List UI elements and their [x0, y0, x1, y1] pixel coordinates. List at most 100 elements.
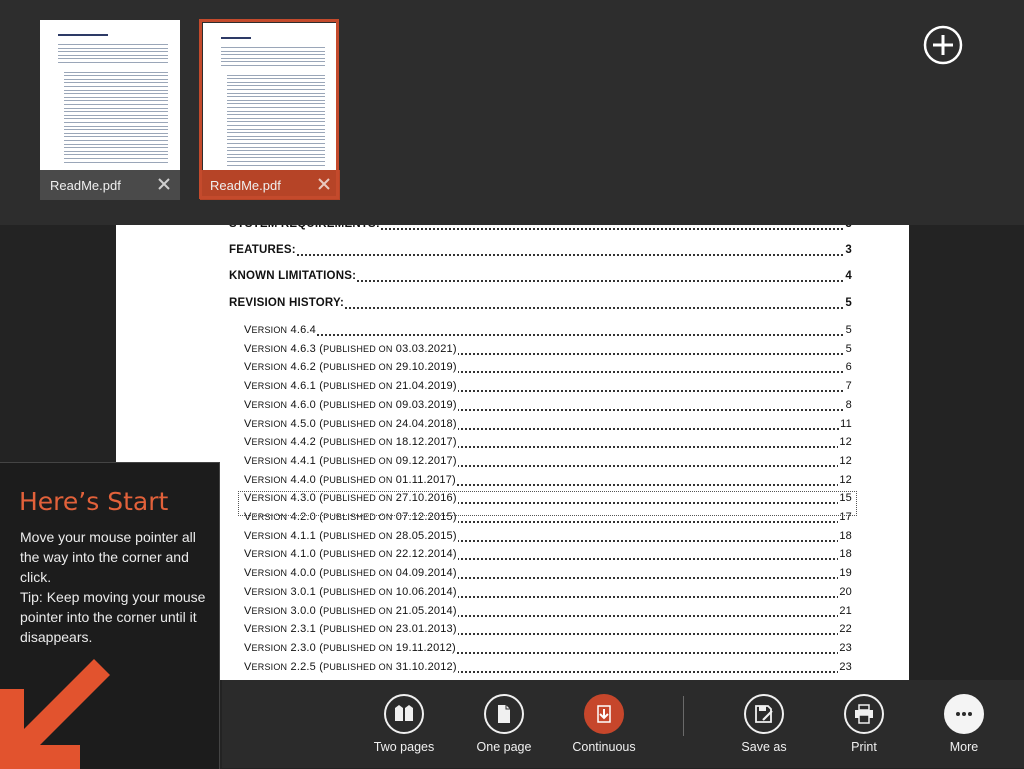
toc-entry-page: 12	[838, 454, 852, 467]
thumbnail-text-line	[64, 82, 168, 84]
thumbnail-text-line	[227, 146, 325, 148]
thumbnail-text-line	[64, 154, 168, 156]
toc-entry-title: VERSION 4.4.2 (PUBLISHED ON 18.12.2017)	[244, 436, 458, 449]
toc-entry-title: VERSION 3.0.0 (PUBLISHED ON 21.05.2014)	[244, 604, 458, 617]
start-tip-panel: Here’s Start Move your mouse pointer all…	[0, 462, 220, 769]
thumbnail-text-line	[58, 58, 168, 60]
document-tab-selected[interactable]: ReadMe.pdf	[199, 19, 340, 200]
toc-entry-page: 3	[844, 244, 852, 256]
print-button[interactable]: Print	[819, 694, 909, 764]
toc-entry-title: VERSION 3.0.1 (PUBLISHED ON 10.06.2014)	[244, 585, 458, 598]
thumbnail-text-line	[58, 47, 168, 49]
toc-entry-page: 5	[844, 324, 852, 336]
two-pages-button[interactable]: Two pages	[359, 694, 449, 764]
thumbnail-text-line	[58, 51, 168, 53]
toc-entry[interactable]: VERSION 4.1.1 (PUBLISHED ON 28.05.2015) 1…	[116, 529, 909, 548]
more-button[interactable]: More	[919, 694, 1009, 764]
continuous-label: Continuous	[572, 740, 636, 754]
document-thumbnail	[203, 23, 337, 170]
close-icon[interactable]	[316, 176, 332, 192]
toc-entry[interactable]: VERSION 4.6.0 (PUBLISHED ON 09.03.2019) 8	[116, 398, 909, 417]
save-as-icon	[744, 694, 784, 734]
thumbnail-text-line	[58, 62, 168, 63]
toc-entry-title: VERSION 4.5.0 (PUBLISHED ON 24.04.2018)	[244, 417, 458, 430]
toc-entry-title: VERSION 4.6.4	[244, 324, 317, 336]
toc-entry[interactable]: REVISION HISTORY: 5	[116, 297, 909, 315]
toc-entry[interactable]: VERSION 4.4.1 (PUBLISHED ON 09.12.2017) 1…	[116, 454, 909, 473]
one-page-button[interactable]: One page	[459, 694, 549, 764]
document-tab-caption: ReadMe.pdf	[200, 170, 340, 200]
toc-entry[interactable]: VERSION 3.0.1 (PUBLISHED ON 10.06.2014) 2…	[116, 585, 909, 604]
toc-entry-page: 19	[838, 567, 852, 580]
toc-entry[interactable]: VERSION 4.4.2 (PUBLISHED ON 18.12.2017) 1…	[116, 436, 909, 454]
thumbnail-text-line	[64, 143, 168, 145]
thumbnail-text-line	[227, 135, 325, 137]
thumbnail-text-line	[227, 92, 325, 94]
thumbnail-text-line	[64, 150, 168, 152]
thumbnail-text-line	[64, 78, 168, 80]
thumbnail-text-line	[221, 54, 325, 56]
corner-arrow-icon	[0, 659, 110, 769]
thumbnail-text-line	[64, 100, 168, 102]
thumbnail-text-line	[64, 96, 168, 98]
toc-entry[interactable]: VERSION 2.3.1 (PUBLISHED ON 23.01.2013) 2…	[116, 623, 909, 641]
document-page[interactable]: SYSTEM REQUIREMENTS:3FEATURES:3KNOWN LIM…	[116, 210, 909, 680]
thumbnail-text-line	[64, 75, 168, 77]
thumbnail-text-line	[227, 81, 325, 83]
thumbnail-text-line	[64, 114, 168, 116]
continuous-button[interactable]: Continuous	[559, 694, 649, 764]
toc-entry[interactable]: VERSION 4.6.4 5	[116, 324, 909, 342]
toc-entry[interactable]: VERSION 4.1.0 (PUBLISHED ON 22.12.2014) 1…	[116, 548, 909, 566]
thumbnail-text-line	[221, 47, 325, 48]
toc-entry-page: 23	[838, 660, 852, 673]
bottom-app-bar: Two pages One page Continuous Save as Pr…	[222, 680, 1024, 768]
toc-entry[interactable]: VERSION 4.6.1 (PUBLISHED ON 21.04.2019) 7	[116, 380, 909, 398]
thumbnail-text-line	[64, 93, 168, 95]
toc-entry-title: VERSION 4.1.1 (PUBLISHED ON 28.05.2015)	[244, 529, 458, 542]
thumbnail-text-line	[227, 128, 325, 130]
thumbnail-text-line	[58, 44, 168, 45]
thumbnail-text-line	[227, 110, 325, 112]
add-tab-button[interactable]	[923, 25, 963, 65]
toc-entry-page: 12	[838, 473, 852, 486]
one-page-icon	[484, 694, 524, 734]
thumbnail-text-line	[227, 99, 325, 101]
document-tab[interactable]: ReadMe.pdf	[40, 20, 180, 200]
thumbnail-text-line	[227, 125, 325, 126]
toc-entry[interactable]: VERSION 4.6.2 (PUBLISHED ON 29.10.2019) 6	[116, 361, 909, 379]
toc-entry[interactable]: VERSION 2.3.0 (PUBLISHED ON 19.11.2012) 2…	[116, 641, 909, 660]
close-icon[interactable]	[156, 176, 172, 192]
thumbnail-text-line	[64, 136, 168, 138]
toc-entry-page: 21	[838, 604, 852, 617]
thumbnail-text-line	[227, 103, 325, 105]
toc-entry-page: 6	[844, 361, 852, 374]
toc-entry-page: 11	[839, 417, 852, 430]
toc-entry[interactable]: FEATURES: 3	[116, 244, 909, 262]
toc-entry[interactable]: VERSION 4.5.0 (PUBLISHED ON 24.04.2018) 1…	[116, 417, 909, 436]
thumbnail-text-line	[221, 65, 325, 66]
continuous-icon	[584, 694, 624, 734]
toc-entry[interactable]: VERSION 4.6.3 (PUBLISHED ON 03.03.2021) 5	[116, 342, 909, 361]
toc-entry-page: 4	[844, 270, 852, 282]
thumbnail-text-line	[221, 57, 325, 59]
thumbnail-text-line	[227, 96, 325, 98]
focused-toc-entry-outline	[238, 491, 857, 516]
print-icon	[844, 694, 884, 734]
toc-entry[interactable]: VERSION 4.4.0 (PUBLISHED ON 01.11.2017) 1…	[116, 473, 909, 492]
toc-entry-page: 18	[838, 548, 852, 561]
toc-entry[interactable]: VERSION 3.0.0 (PUBLISHED ON 21.05.2014) 2…	[116, 604, 909, 623]
thumbnail-text-line	[64, 132, 168, 134]
toc-entry-page: 18	[838, 529, 852, 542]
toc-entry[interactable]: VERSION 4.0.0 (PUBLISHED ON 04.09.2014) 1…	[116, 567, 909, 585]
toc-entry-title: VERSION 4.6.1 (PUBLISHED ON 21.04.2019)	[244, 380, 458, 393]
toc-entry-title: VERSION 4.4.0 (PUBLISHED ON 01.11.2017)	[244, 473, 457, 486]
more-label: More	[949, 740, 979, 754]
thumbnail-text-line	[227, 132, 325, 134]
toc-entry[interactable]: KNOWN LIMITATIONS: 4	[116, 270, 909, 288]
thumbnail-text-line	[58, 54, 168, 56]
toc-entry[interactable]: VERSION 2.2.5 (PUBLISHED ON 31.10.2012) 2…	[116, 660, 909, 679]
save-as-button[interactable]: Save as	[719, 694, 809, 764]
command-separator	[683, 696, 684, 736]
thumbnail-text-line	[64, 104, 168, 105]
save-as-label: Save as	[741, 740, 787, 754]
